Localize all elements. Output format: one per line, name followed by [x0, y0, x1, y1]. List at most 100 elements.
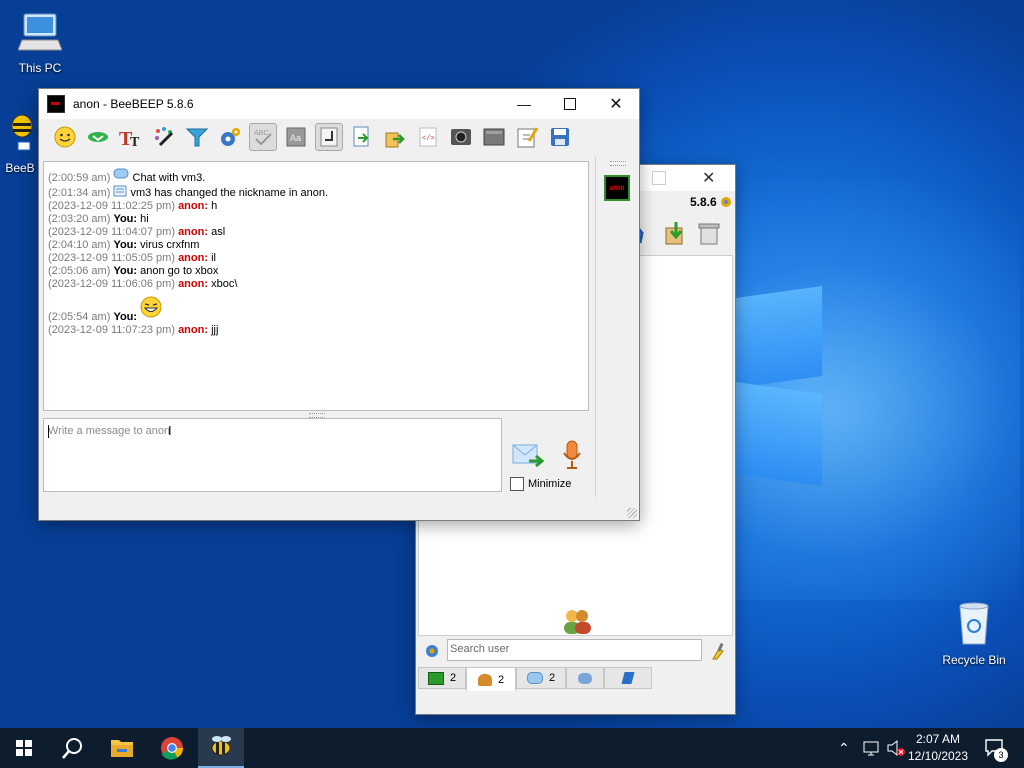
download-icon[interactable] [662, 220, 688, 246]
close-window-button[interactable]: ✕ [593, 89, 639, 119]
app-icon [47, 95, 65, 113]
search-icon[interactable] [48, 728, 96, 768]
tab-count: 2 [449, 672, 457, 684]
maximize-window-button[interactable] [547, 89, 593, 119]
grin-emoji-icon [140, 296, 162, 318]
chat-message: (2:01:34 am) vm3 has changed the nicknam… [48, 185, 329, 199]
chat-message: (2023-12-09 11:07:23 pm) anon: jjj [48, 324, 219, 336]
clear-search-icon[interactable] [710, 642, 726, 660]
chat-message: (2023-12-09 11:04:07 pm) anon: asl [48, 226, 226, 238]
spellcheck-icon[interactable]: ABC [249, 123, 277, 151]
settings-small-icon[interactable] [719, 195, 733, 209]
message-input[interactable]: Write a message to anon I [43, 418, 502, 492]
chats-icon [526, 672, 543, 684]
users-icon [564, 610, 591, 634]
search-user-input[interactable]: Search user [447, 639, 702, 661]
tab-groups[interactable] [566, 667, 604, 689]
beebeep-desktop-icon[interactable]: BeeB [2, 110, 38, 175]
chat-message: (2023-12-09 11:02:25 pm) anon: h [48, 200, 218, 212]
windows-start-icon[interactable] [0, 728, 48, 768]
minimize-window-button[interactable]: — [501, 89, 547, 119]
chat-message: (2:04:10 am) You: virus crxfnm [48, 239, 200, 251]
ibeam-cursor-icon: I [168, 423, 172, 438]
show-hidden-icons[interactable]: ⌃ [838, 740, 850, 757]
network-icon [621, 672, 635, 684]
avatar-text: ANON [609, 184, 625, 192]
close-button[interactable]: ✕ [702, 168, 715, 188]
send-file-icon[interactable] [84, 123, 112, 151]
wallpaper-logo-pane [736, 381, 822, 487]
avatar[interactable]: ANON [604, 175, 630, 201]
bee-icon [11, 114, 33, 151]
tab-contacts[interactable]: 2 [466, 667, 516, 691]
font-icon[interactable]: TT [117, 123, 145, 151]
recycle-bin-icon [959, 602, 989, 645]
clock-time[interactable]: 2:07 AM [906, 732, 970, 746]
taskbar: ⌃ 2:07 AM 12/10/2023 3 [0, 728, 1024, 768]
minimize-checkbox[interactable] [510, 477, 524, 491]
svg-text:ABC: ABC [254, 130, 268, 137]
main-tabs: 2 2 2 [416, 667, 735, 691]
beebeep-label: BeeB [5, 161, 35, 175]
edit-icon[interactable] [513, 123, 541, 151]
right-panel: ANON [595, 157, 639, 497]
recycle-bin-desktop-icon[interactable]: Recycle Bin [934, 600, 1014, 667]
notification-count-badge: 3 [994, 748, 1008, 762]
chat-window[interactable]: anon - BeeBEEP 5.8.6 — ✕ TT ABC Aa </> (… [38, 88, 640, 521]
volume-muted-icon[interactable] [886, 739, 906, 757]
chat-message: (2023-12-09 11:05:05 pm) anon: il [48, 252, 216, 264]
users-online-icon [427, 671, 444, 685]
minimize-label: Minimize [528, 478, 572, 490]
groups-icon [578, 672, 592, 684]
file-explorer-icon[interactable] [98, 728, 146, 768]
recycle-bin-label: Recycle Bin [942, 653, 1006, 667]
chat-message: (2:05:06 am) You: anon go to xbox [48, 265, 219, 277]
font-color-icon[interactable] [150, 123, 178, 151]
search-settings-icon[interactable] [424, 643, 440, 659]
microphone-icon[interactable] [560, 439, 584, 471]
text-caret [48, 425, 49, 438]
share-icon[interactable] [381, 123, 409, 151]
clear-icon[interactable] [480, 123, 508, 151]
window-title: anon - BeeBEEP 5.8.6 [73, 97, 194, 111]
settings-icon[interactable] [216, 123, 244, 151]
html-icon[interactable]: </> [414, 123, 442, 151]
tab-network[interactable] [604, 667, 652, 689]
tab-users-online[interactable]: 2 [418, 667, 466, 689]
maximize-button[interactable] [652, 171, 666, 185]
emoticon-icon[interactable] [51, 123, 79, 151]
chat-titlebar[interactable]: anon - BeeBEEP 5.8.6 — ✕ [39, 89, 639, 119]
version-label: 5.8.6 [690, 195, 717, 209]
chat-message: (2023-12-09 11:06:06 pm) anon: xboc\ [48, 278, 238, 290]
svg-text:T: T [130, 135, 140, 149]
dock-grip[interactable] [610, 161, 626, 166]
use-return-key-icon[interactable] [315, 123, 343, 151]
tab-count: 2 [548, 672, 556, 684]
wallpaper-logo-pane [736, 285, 822, 389]
chat-message: (2:00:59 am) Chat with vm3. [48, 168, 584, 185]
chat-toolbar: TT ABC Aa </> [39, 119, 639, 155]
chat-message: (2:03:20 am) You: hi [48, 213, 149, 225]
word-completer-icon[interactable]: Aa [282, 123, 310, 151]
save-icon[interactable] [546, 123, 574, 151]
filter-icon[interactable] [183, 123, 211, 151]
save-chat-icon[interactable] [348, 123, 376, 151]
svg-text:</>: </> [422, 135, 435, 143]
screenshot-icon[interactable] [447, 123, 475, 151]
info-icon [113, 185, 127, 197]
network-icon[interactable] [862, 739, 882, 757]
contacts-icon [477, 673, 492, 686]
message-input-placeholder: Write a message to anon [48, 425, 171, 437]
this-pc-label: This PC [18, 61, 62, 75]
bee-icon [211, 736, 231, 756]
tab-count: 2 [497, 673, 505, 686]
trash-icon[interactable] [696, 220, 722, 246]
this-pc-desktop-icon[interactable]: This PC [0, 10, 80, 75]
resize-grip-icon[interactable] [627, 508, 637, 518]
tab-chats[interactable]: 2 [516, 667, 566, 689]
clock-date[interactable]: 12/10/2023 [906, 749, 970, 763]
chrome-icon[interactable] [148, 728, 196, 768]
beebeep-taskbar-button[interactable] [198, 728, 244, 768]
chat-log[interactable]: (2:00:59 am) Chat with vm3. (2:01:34 am)… [43, 161, 589, 411]
send-message-icon[interactable] [511, 441, 545, 471]
